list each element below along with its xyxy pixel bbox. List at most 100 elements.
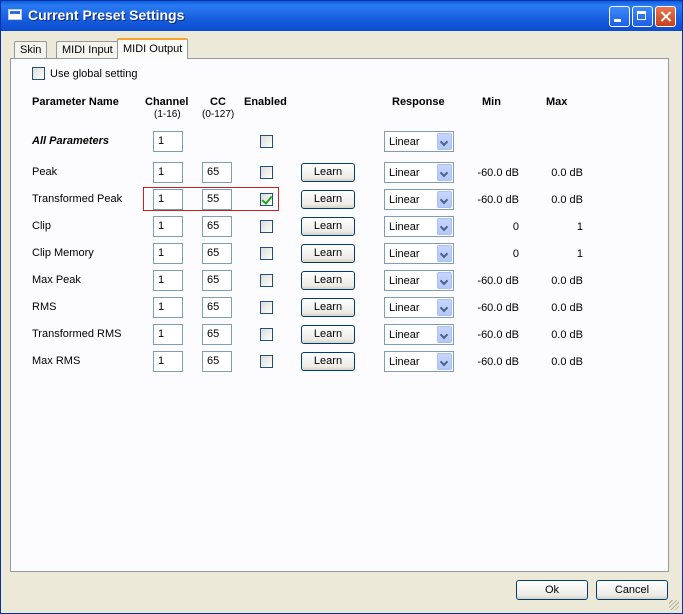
- min-value: -60.0 dB: [477, 302, 519, 314]
- enabled-checkbox[interactable]: [260, 247, 273, 260]
- response-value: Linear: [389, 329, 420, 341]
- header-parameter-name: Parameter Name: [32, 96, 119, 108]
- header-enabled: Enabled: [244, 96, 287, 108]
- response-select[interactable]: Linear: [384, 351, 454, 372]
- response-select[interactable]: Linear: [384, 324, 454, 345]
- channel-input[interactable]: 1: [153, 270, 183, 291]
- close-button[interactable]: [655, 6, 676, 27]
- parameter-name: Clip Memory: [32, 247, 94, 259]
- cancel-button[interactable]: Cancel: [596, 580, 668, 600]
- enabled-checkbox[interactable]: [260, 301, 273, 314]
- min-value: -60.0 dB: [477, 275, 519, 287]
- response-select[interactable]: Linear: [384, 270, 454, 291]
- max-value: 0.0 dB: [551, 194, 583, 206]
- parameter-name: Max Peak: [32, 274, 81, 286]
- cc-input[interactable]: 65: [202, 243, 232, 264]
- header-max: Max: [546, 96, 568, 108]
- header-response: Response: [392, 96, 445, 108]
- chevron-down-icon[interactable]: [437, 299, 452, 316]
- learn-button[interactable]: Learn: [301, 163, 355, 182]
- header-channel-range: (1-16): [154, 109, 181, 120]
- response-select[interactable]: Linear: [384, 297, 454, 318]
- enabled-checkbox[interactable]: [260, 274, 273, 287]
- response-select[interactable]: Linear: [384, 243, 454, 264]
- parameter-name: Max RMS: [32, 355, 81, 367]
- chevron-down-icon[interactable]: [437, 272, 452, 289]
- response-select[interactable]: Linear: [384, 189, 454, 210]
- channel-input[interactable]: 1: [153, 351, 183, 372]
- cc-input[interactable]: 65: [202, 324, 232, 345]
- learn-button[interactable]: Learn: [301, 352, 355, 371]
- all-parameters-enabled-checkbox[interactable]: [260, 135, 273, 148]
- chevron-down-icon[interactable]: [437, 218, 452, 235]
- min-value: 0: [512, 221, 519, 233]
- learn-button[interactable]: Learn: [301, 298, 355, 317]
- channel-input[interactable]: 1: [153, 162, 183, 183]
- minimize-button[interactable]: [609, 6, 630, 27]
- maximize-button[interactable]: [632, 6, 653, 27]
- ok-button[interactable]: Ok: [516, 580, 588, 600]
- enabled-checkbox[interactable]: [260, 220, 273, 233]
- response-select[interactable]: Linear: [384, 162, 454, 183]
- response-value: Linear: [389, 194, 420, 206]
- min-value: 0: [512, 248, 519, 260]
- max-value: 1: [576, 248, 583, 260]
- response-value: Linear: [389, 248, 420, 260]
- learn-button[interactable]: Learn: [301, 325, 355, 344]
- use-global-setting-label: Use global setting: [50, 68, 138, 80]
- response-value: Linear: [389, 356, 420, 368]
- learn-button[interactable]: Learn: [301, 244, 355, 263]
- cc-input[interactable]: 65: [202, 270, 232, 291]
- enabled-checkbox[interactable]: [260, 166, 273, 179]
- header-channel: Channel: [145, 96, 189, 108]
- response-value: Linear: [389, 136, 420, 148]
- cc-input[interactable]: 65: [202, 162, 232, 183]
- all-parameters-response-select[interactable]: Linear: [384, 131, 454, 152]
- max-value: 0.0 dB: [551, 302, 583, 314]
- response-value: Linear: [389, 302, 420, 314]
- learn-button[interactable]: Learn: [301, 217, 355, 236]
- learn-button[interactable]: Learn: [301, 271, 355, 290]
- cc-input[interactable]: 65: [202, 297, 232, 318]
- chevron-down-icon[interactable]: [437, 245, 452, 262]
- window-icon: [8, 9, 22, 20]
- min-value: -60.0 dB: [477, 167, 519, 179]
- chevron-down-icon[interactable]: [437, 133, 452, 150]
- cc-input[interactable]: 65: [202, 216, 232, 237]
- enabled-checkbox[interactable]: [260, 328, 273, 341]
- max-value: 1: [576, 221, 583, 233]
- resize-grip-icon[interactable]: [669, 600, 679, 610]
- parameter-name: Peak: [32, 166, 58, 178]
- response-value: Linear: [389, 275, 420, 287]
- tab-midi-input[interactable]: MIDI Input: [56, 41, 119, 58]
- channel-input[interactable]: 1: [153, 297, 183, 318]
- chevron-down-icon[interactable]: [437, 164, 452, 181]
- parameter-name: Clip: [32, 220, 51, 232]
- parameter-name: Transformed Peak: [32, 193, 123, 205]
- tab-midi-output[interactable]: MIDI Output: [117, 38, 189, 59]
- all-parameters-channel-input[interactable]: 1: [153, 131, 183, 152]
- max-value: 0.0 dB: [551, 356, 583, 368]
- parameter-name: Transformed RMS: [32, 328, 122, 340]
- chevron-down-icon[interactable]: [437, 191, 452, 208]
- use-global-setting-checkbox[interactable]: [32, 67, 45, 80]
- chevron-down-icon[interactable]: [437, 326, 452, 343]
- title-bar[interactable]: Current Preset Settings: [1, 1, 682, 31]
- learn-button[interactable]: Learn: [301, 190, 355, 209]
- cc-input[interactable]: 65: [202, 351, 232, 372]
- enabled-checkbox[interactable]: [260, 355, 273, 368]
- min-value: -60.0 dB: [477, 329, 519, 341]
- channel-input[interactable]: 1: [153, 243, 183, 264]
- tab-skin[interactable]: Skin: [14, 41, 48, 58]
- channel-input[interactable]: 1: [153, 324, 183, 345]
- highlight-box: [143, 187, 279, 211]
- channel-input[interactable]: 1: [153, 216, 183, 237]
- chevron-down-icon[interactable]: [437, 353, 452, 370]
- header-cc: CC: [210, 96, 226, 108]
- preset-settings-dialog: Current Preset Settings Skin MIDI Input …: [0, 0, 683, 614]
- response-value: Linear: [389, 167, 420, 179]
- response-select[interactable]: Linear: [384, 216, 454, 237]
- all-parameters-label: All Parameters: [32, 135, 110, 147]
- header-cc-range: (0-127): [202, 109, 235, 120]
- max-value: 0.0 dB: [551, 275, 583, 287]
